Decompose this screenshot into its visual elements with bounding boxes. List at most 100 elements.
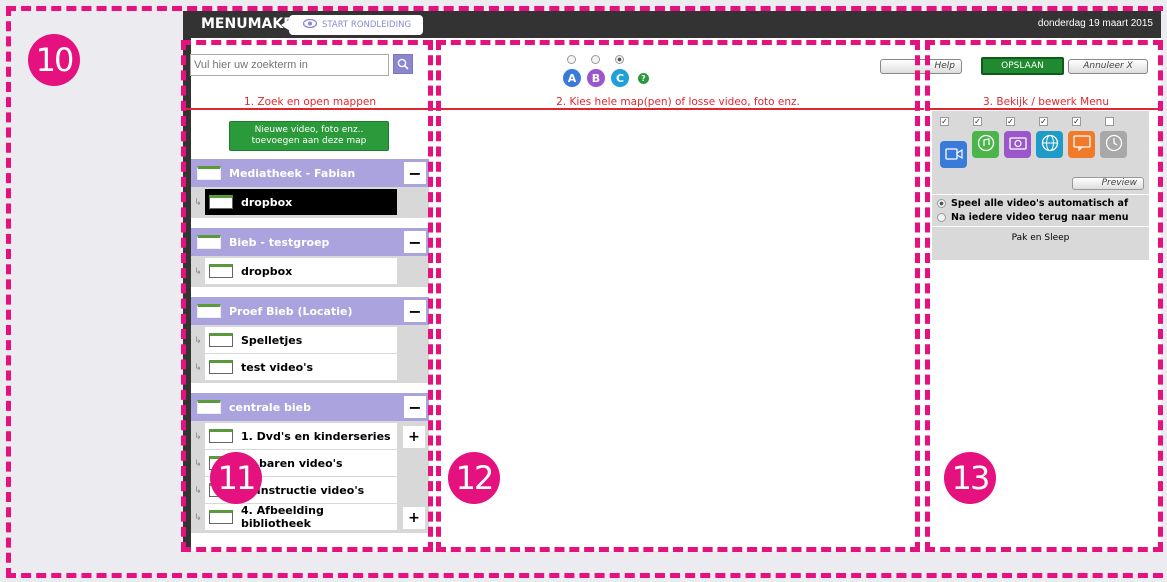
folder-icon <box>197 400 221 414</box>
back-to-menu-option[interactable]: Na iedere video terug naar menu <box>937 212 1129 223</box>
folder-group-bieb-testgroep[interactable]: Bieb - testgroep − <box>191 228 429 256</box>
expand-button[interactable]: + <box>403 507 425 529</box>
top-bar: MENUMAKER START RONDLEIDING donderdag 19… <box>183 11 1161 38</box>
music-icon <box>977 134 995 156</box>
folder-group-label: centrale bieb <box>229 400 311 414</box>
column-2-divider <box>432 108 924 110</box>
folder-group-label: Proef Bieb (Locatie) <box>229 304 353 318</box>
folder-icon <box>209 195 233 209</box>
collapse-button[interactable]: − <box>404 162 426 184</box>
search-input[interactable] <box>190 54 389 76</box>
music-checkbox[interactable]: ✓ <box>973 117 982 126</box>
tour-label: START RONDLEIDING <box>322 20 412 30</box>
save-button[interactable]: OPSLAAN <box>981 57 1064 75</box>
folder-row[interactable]: ↳ dropbox <box>191 189 429 216</box>
folder-row[interactable]: ↳ test video's <box>191 354 429 381</box>
folder-group-label: Mediatheek - Fabian <box>229 166 356 180</box>
start-tour-button[interactable]: START RONDLEIDING <box>281 15 423 35</box>
photo-checkbox[interactable]: ✓ <box>1006 117 1015 126</box>
clock-checkbox[interactable] <box>1105 117 1114 126</box>
video-tile[interactable] <box>940 141 967 168</box>
column-2-title: 2. Kies hele map(pen) of losse video, fo… <box>556 96 800 108</box>
folder-icon <box>209 510 233 524</box>
menu-tiles <box>940 131 1127 168</box>
sub-arrow-icon: ↳ <box>194 431 202 442</box>
layout-radio-c[interactable] <box>615 55 624 64</box>
left-edge <box>183 38 191 551</box>
folder-item[interactable]: 4. Afbeelding bibliotheek <box>205 504 397 531</box>
chat-checkbox[interactable]: ✓ <box>1072 117 1081 126</box>
folder-row[interactable]: ↳ dropbox <box>191 258 429 285</box>
column-1-divider <box>183 108 428 110</box>
folder-group-mediatheek[interactable]: Mediatheek - Fabian − <box>191 159 429 187</box>
panel-divider <box>932 226 1149 227</box>
folder-group-proef-bieb[interactable]: Proef Bieb (Locatie) − <box>191 297 429 325</box>
folder-icon <box>209 264 233 278</box>
video-checkbox[interactable]: ✓ <box>940 117 949 126</box>
folder-item[interactable]: dropbox <box>205 258 397 285</box>
callout-badge-13: 13 <box>944 452 996 504</box>
folder-group-body: ↳ Spelletjes ↳ test video's <box>191 325 429 383</box>
photo-icon <box>1008 135 1027 154</box>
folder-icon <box>209 360 233 374</box>
folder-item-label: Spelletjes <box>241 333 303 347</box>
column-3-title: 3. Bekijk / bewerk Menu <box>983 96 1109 108</box>
folder-row[interactable]: ↳ 4. Afbeelding bibliotheek + <box>191 504 429 531</box>
play-all-radio[interactable] <box>937 199 946 208</box>
help-question-icon[interactable]: ? <box>638 72 649 84</box>
web-checkbox[interactable]: ✓ <box>1039 117 1048 126</box>
folder-row[interactable]: ↳ Spelletjes <box>191 327 429 354</box>
layout-option-b[interactable]: B <box>587 69 605 87</box>
column-3-divider <box>930 108 1162 110</box>
search-button[interactable] <box>393 54 413 74</box>
folder-item-label: 4. Afbeelding bibliotheek <box>241 504 324 530</box>
preview-button[interactable]: Preview <box>1072 177 1144 190</box>
cancel-button[interactable]: Annuleer X <box>1068 59 1148 74</box>
sub-arrow-icon: ↳ <box>194 458 202 469</box>
folder-group-label: Bieb - testgroep <box>229 235 330 249</box>
folder-item-label: dropbox <box>241 195 293 209</box>
eye-icon <box>302 18 318 31</box>
add-media-button[interactable]: Nieuwe video, foto enz.. toevoegen aan d… <box>229 121 389 151</box>
collapse-button[interactable]: − <box>404 396 426 418</box>
layout-radio-group <box>567 55 624 64</box>
folder-item[interactable]: Spelletjes <box>205 327 397 354</box>
chat-tile[interactable] <box>1068 131 1095 158</box>
globe-icon <box>1041 134 1059 156</box>
column-1-title: 1. Zoek en open mappen <box>244 96 376 108</box>
folder-group-centrale-bieb[interactable]: centrale bieb − <box>191 393 429 421</box>
sub-arrow-icon: ↳ <box>194 266 202 277</box>
panel-divider <box>932 194 1149 195</box>
menu-item-checkboxes: ✓ ✓ ✓ ✓ ✓ <box>940 117 1114 126</box>
layout-radio-b[interactable] <box>591 55 600 64</box>
layout-option-c[interactable]: C <box>611 69 629 87</box>
layout-option-a[interactable]: A <box>563 69 581 87</box>
clock-icon <box>1105 134 1123 156</box>
layout-radio-a[interactable] <box>567 55 576 64</box>
sub-arrow-icon: ↳ <box>194 485 202 496</box>
folder-row[interactable]: ↳ 1. Dvd's en kinderseries + <box>191 423 429 450</box>
clock-tile[interactable] <box>1100 131 1127 158</box>
sub-arrow-icon: ↳ <box>194 335 202 346</box>
folder-item[interactable]: dropbox <box>205 189 397 216</box>
collapse-button[interactable]: − <box>404 300 426 322</box>
layout-options: A B C ? <box>563 69 649 87</box>
play-all-option[interactable]: Speel alle video's automatisch af <box>937 198 1128 209</box>
date-display: donderdag 19 maart 2015 <box>1037 18 1153 29</box>
folder-item-label: baren video's <box>259 456 343 470</box>
photo-tile[interactable] <box>1004 131 1031 158</box>
sub-arrow-icon: ↳ <box>194 197 202 208</box>
back-to-menu-radio[interactable] <box>937 213 946 222</box>
music-tile[interactable] <box>972 131 999 158</box>
help-button[interactable]: Help <box>880 59 962 74</box>
sub-arrow-icon: ↳ <box>194 362 202 373</box>
folder-icon <box>209 429 233 443</box>
collapse-button[interactable]: − <box>404 231 426 253</box>
add-media-line-2: toevoegen aan deze map <box>251 136 367 146</box>
folder-item[interactable]: 1. Dvd's en kinderseries <box>205 423 397 450</box>
folder-item[interactable]: test video's <box>205 354 397 381</box>
folder-item-label: 1. Dvd's en kinderseries <box>241 429 391 443</box>
expand-button[interactable]: + <box>403 426 425 448</box>
web-tile[interactable] <box>1036 131 1063 158</box>
back-to-menu-label: Na iedere video terug naar menu <box>951 212 1129 223</box>
